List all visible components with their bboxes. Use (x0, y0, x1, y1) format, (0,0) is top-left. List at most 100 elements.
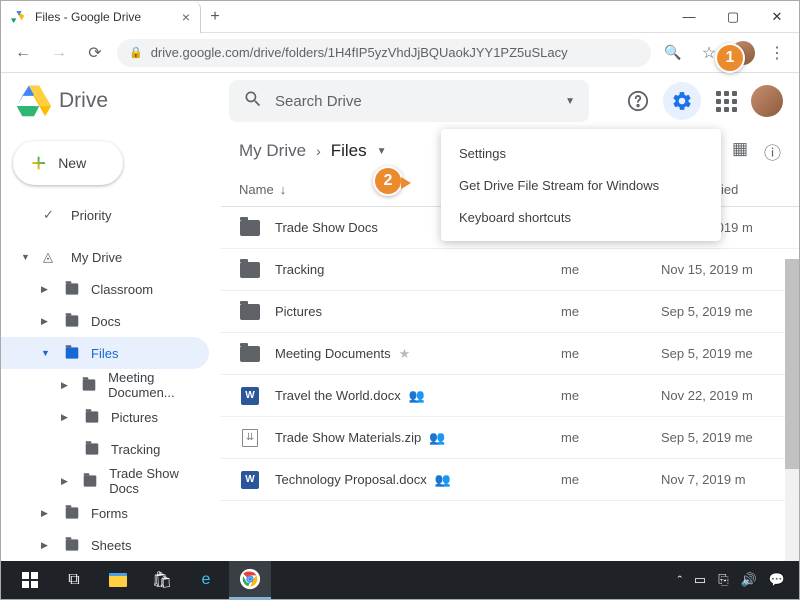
caret-icon[interactable]: ▶ (41, 316, 53, 327)
new-button[interactable]: + New (13, 141, 123, 185)
main-area: + New ✓ Priority ▼◬ My Drive ▶ Classroom… (1, 129, 799, 557)
maximize-button[interactable]: ▢ (711, 2, 755, 32)
menu-settings[interactable]: Settings (441, 137, 721, 169)
chrome-icon[interactable] (229, 561, 271, 599)
start-button[interactable] (9, 561, 51, 599)
settings-gear-button[interactable] (663, 82, 701, 120)
tray-battery-icon[interactable]: ▭ (694, 572, 706, 588)
sidebar-item-files[interactable]: ▼ Files (1, 337, 209, 369)
file-owner: me (561, 346, 661, 361)
file-list: Trade Show DocsmeNov 15, 2019 mTrackingm… (221, 207, 799, 501)
file-row[interactable]: WTravel the World.docx 👥meNov 22, 2019 m (221, 375, 799, 417)
settings-menu: Settings Get Drive File Stream for Windo… (441, 129, 721, 241)
account-avatar[interactable] (751, 85, 783, 117)
tray-wifi-icon[interactable]: ⎘ (718, 572, 728, 588)
file-owner: me (561, 304, 661, 319)
file-name: Meeting Documents ★ (275, 346, 561, 362)
browser-tab[interactable]: Files - Google Drive × (1, 1, 201, 33)
caret-icon[interactable]: ▶ (61, 476, 71, 487)
sidebar-item-meeting[interactable]: ▶ Meeting Documen... (1, 369, 209, 401)
drive-logo[interactable]: Drive (17, 84, 217, 118)
sidebar-item-pictures[interactable]: ▶ Pictures (1, 401, 209, 433)
drive-header: Drive Search Drive ▼ (1, 73, 799, 129)
tray-notifications-icon[interactable]: 💬 (769, 572, 785, 588)
search-input[interactable]: Search Drive ▼ (229, 80, 589, 122)
caret-icon[interactable]: ▼ (41, 348, 53, 358)
file-modified: Sep 5, 2019 me (661, 346, 781, 361)
breadcrumb-current[interactable]: Files (331, 141, 367, 161)
file-row[interactable]: ⇊Trade Show Materials.zip 👥meSep 5, 2019… (221, 417, 799, 459)
close-window-button[interactable]: ✕ (755, 2, 799, 32)
search-icon (243, 89, 263, 113)
caret-icon[interactable]: ▶ (61, 412, 73, 423)
file-owner: me (561, 472, 661, 487)
file-row[interactable]: Meeting Documents ★meSep 5, 2019 me (221, 333, 799, 375)
folder-icon (239, 217, 261, 239)
priority-icon: ✓ (43, 207, 61, 223)
drive-favicon (11, 9, 27, 25)
new-tab-button[interactable]: + (201, 3, 229, 31)
sidebar-item-forms[interactable]: ▶ Forms (1, 497, 209, 529)
browser-titlebar: Files - Google Drive × + — ▢ ✕ (1, 1, 799, 33)
caret-icon[interactable]: ▶ (41, 540, 53, 551)
tray-up-icon[interactable]: ˆ (678, 573, 682, 588)
shared-icon: 👥 (435, 472, 451, 488)
caret-icon[interactable]: ▼ (21, 252, 33, 262)
zoom-icon[interactable]: 🔍 (659, 39, 687, 67)
tray-volume-icon[interactable]: 🔊 (741, 572, 757, 588)
sidebar-item-tradeshow[interactable]: ▶ Trade Show Docs (1, 465, 209, 497)
browser-menu-icon[interactable]: ⋮ (763, 39, 791, 67)
folder-icon (239, 343, 261, 365)
breadcrumb-root[interactable]: My Drive (239, 141, 306, 161)
reload-button[interactable]: ⟳ (81, 39, 109, 67)
sidebar-item-classroom[interactable]: ▶ Classroom (1, 273, 209, 305)
file-row[interactable]: PicturesmeSep 5, 2019 me (221, 291, 799, 333)
url-input[interactable]: 🔒 drive.google.com/drive/folders/1H4fIP5… (117, 39, 651, 67)
system-tray[interactable]: ˆ ▭ ⎘ 🔊 💬 (678, 572, 791, 588)
folder-icon (83, 441, 101, 457)
search-placeholder: Search Drive (275, 93, 362, 110)
caret-icon[interactable]: ▶ (61, 380, 70, 391)
file-row[interactable]: WTechnology Proposal.docx 👥meNov 7, 2019… (221, 459, 799, 501)
window-controls: — ▢ ✕ (667, 2, 799, 32)
info-button[interactable]: ⓘ (764, 139, 781, 164)
folder-icon (63, 345, 81, 361)
search-options-caret[interactable]: ▼ (565, 96, 575, 107)
sidebar-item-priority[interactable]: ✓ Priority (1, 199, 209, 231)
drive-logo-icon (17, 84, 51, 118)
close-tab-icon[interactable]: × (182, 9, 190, 25)
address-bar: ← → ⟳ 🔒 drive.google.com/drive/folders/1… (1, 33, 799, 73)
sidebar-item-mydrive[interactable]: ▼◬ My Drive (1, 241, 209, 273)
menu-shortcuts[interactable]: Keyboard shortcuts (441, 201, 721, 233)
scrollbar[interactable] (785, 259, 799, 579)
sidebar-item-docs[interactable]: ▶ Docs (1, 305, 209, 337)
apps-grid-button[interactable] (707, 82, 745, 120)
forward-button[interactable]: → (45, 39, 73, 67)
file-row[interactable]: TrackingmeNov 15, 2019 m (221, 249, 799, 291)
minimize-button[interactable]: — (667, 2, 711, 32)
help-button[interactable] (619, 82, 657, 120)
taskview-icon[interactable]: ⧉ (53, 561, 95, 599)
caret-icon[interactable]: ▶ (41, 508, 53, 519)
menu-filestream[interactable]: Get Drive File Stream for Windows (441, 169, 721, 201)
callout-2: 2 (373, 166, 403, 196)
folder-icon (63, 537, 81, 553)
file-modified: Nov 22, 2019 m (661, 388, 781, 403)
sidebar: + New ✓ Priority ▼◬ My Drive ▶ Classroom… (1, 129, 221, 557)
file-modified: Sep 5, 2019 me (661, 430, 781, 445)
back-button[interactable]: ← (9, 39, 37, 67)
chevron-down-icon[interactable]: ▼ (377, 146, 387, 157)
folder-icon (239, 259, 261, 281)
folder-icon (83, 409, 101, 425)
explorer-icon[interactable] (97, 561, 139, 599)
grid-view-button[interactable]: ▦ (732, 139, 748, 164)
drive-app-name: Drive (59, 89, 108, 113)
file-modified: Nov 15, 2019 m (661, 262, 781, 277)
sidebar-item-sheets[interactable]: ▶ Sheets (1, 529, 209, 557)
shared-icon: 👥 (429, 430, 445, 446)
store-icon[interactable]: 🛍 (141, 561, 183, 599)
edge-icon[interactable]: e (185, 561, 227, 599)
sidebar-item-tracking[interactable]: Tracking (1, 433, 209, 465)
caret-icon[interactable]: ▶ (41, 284, 53, 295)
file-name: Trade Show Materials.zip 👥 (275, 430, 561, 446)
